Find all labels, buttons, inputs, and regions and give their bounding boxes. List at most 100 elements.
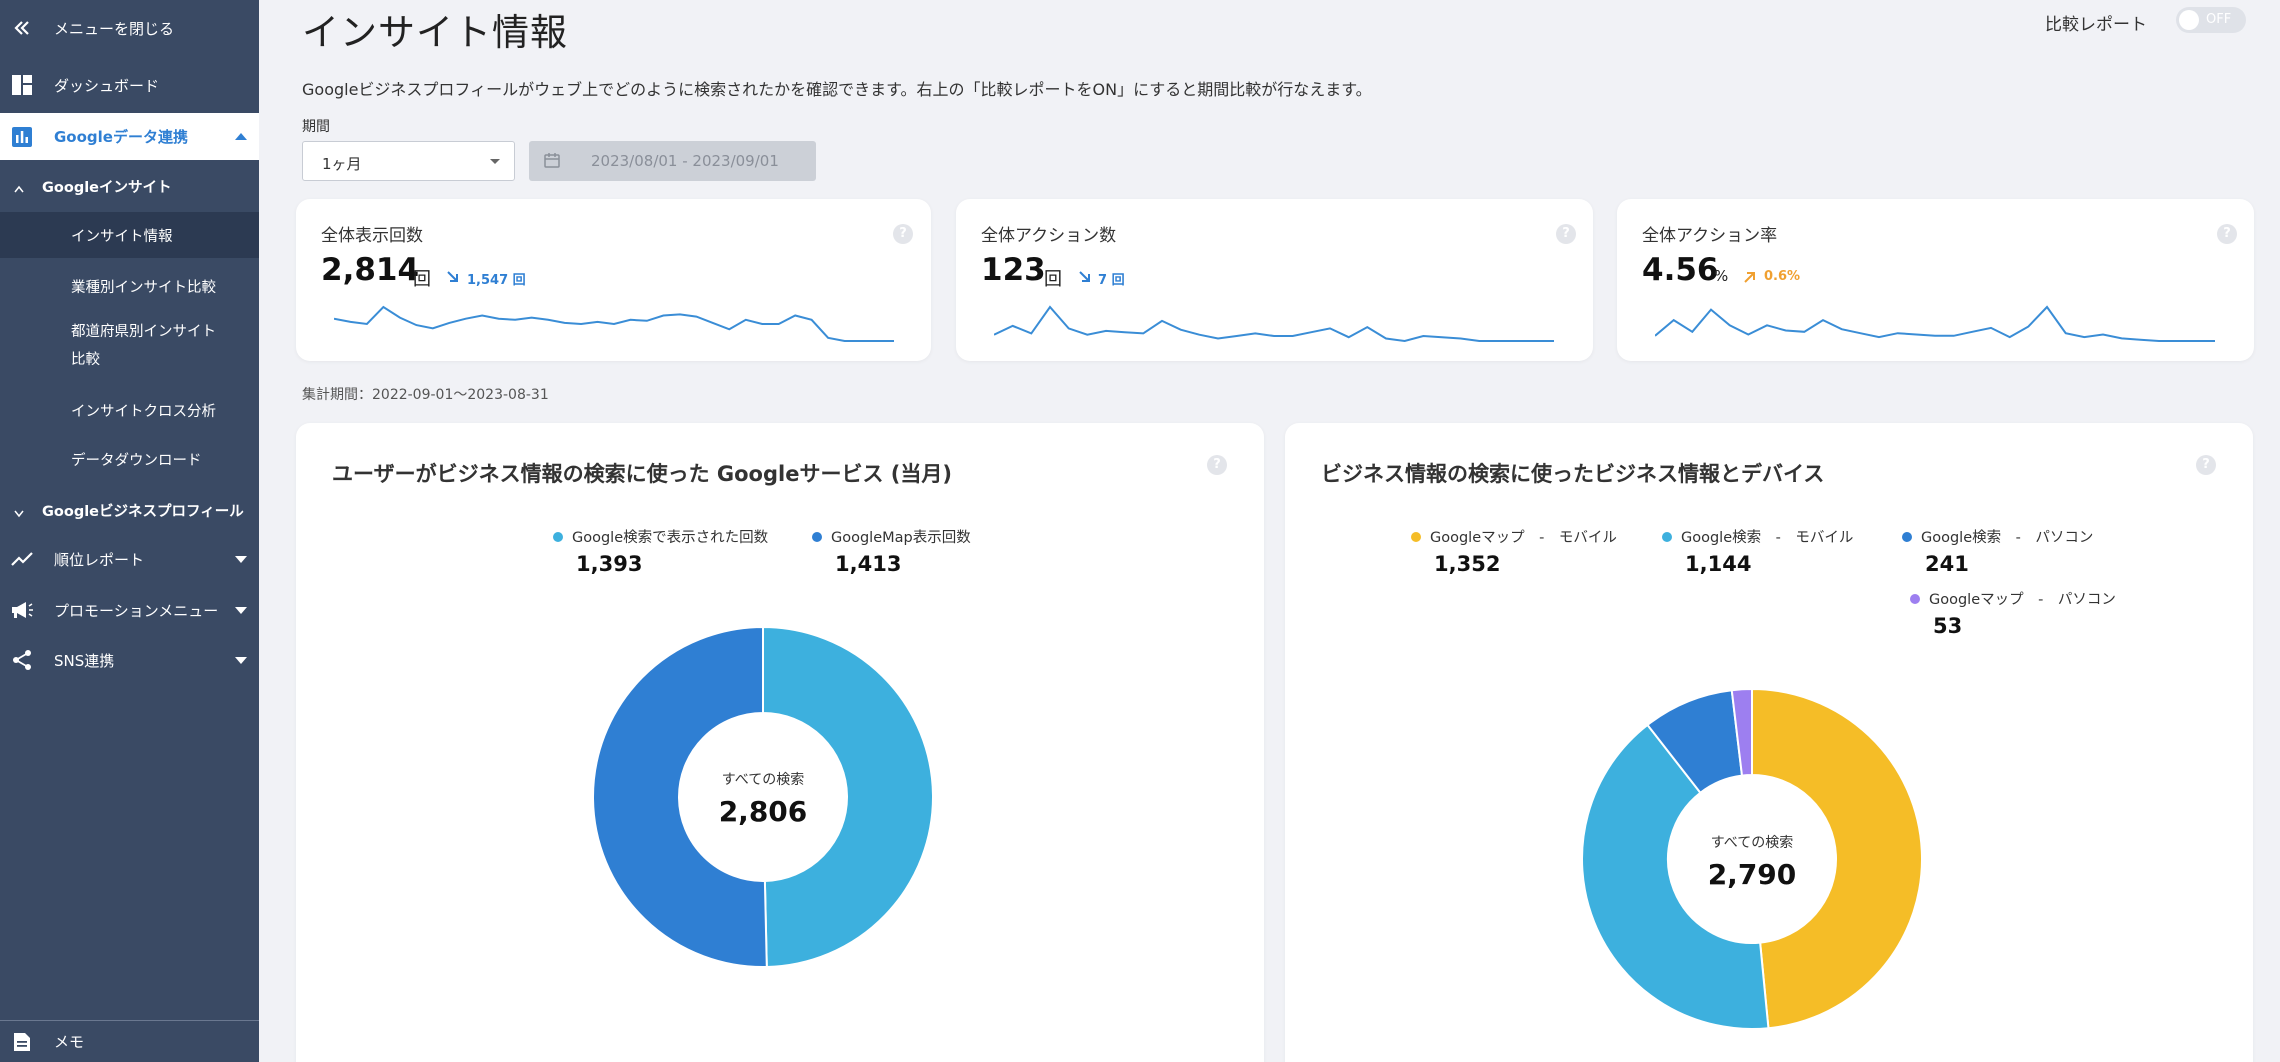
legend-label: Google検索 - モバイル xyxy=(1681,530,1854,546)
donut-center: すべての検索 2,790 xyxy=(1672,832,1832,891)
legend-dot xyxy=(1662,532,1672,542)
compare-report-toggle[interactable]: OFF xyxy=(2176,7,2246,33)
sidebar-item-label: データダウンロード xyxy=(71,452,202,469)
date-range-value: 2023/08/01 - 2023/09/01 xyxy=(591,152,779,170)
sidebar-item-rank-report[interactable]: 順位レポート xyxy=(0,541,259,577)
kpi-delta: 0.6% xyxy=(1764,269,1801,284)
page-description: Googleビジネスプロフィールがウェブ上でどのように検索されたかを確認できます… xyxy=(302,80,1372,99)
legend-value: 1,393 xyxy=(576,552,643,576)
sidebar-item-industry-compare[interactable]: 業種別インサイト比較 xyxy=(0,268,259,304)
legend-dot xyxy=(553,532,563,542)
sparkline xyxy=(994,305,1554,343)
sidebar-item-label-line2: 比較 xyxy=(71,352,100,368)
kpi-unit: 回 xyxy=(1044,269,1062,290)
kpi-value: 2,814 xyxy=(321,252,420,288)
sidebar-item-data-download[interactable]: データダウンロード xyxy=(0,441,259,477)
toggle-state-label: OFF xyxy=(2206,12,2232,27)
donut-center-label: すべての検索 xyxy=(721,772,805,788)
donut-center-value: 2,806 xyxy=(718,795,808,828)
help-icon[interactable]: ? xyxy=(1556,224,1576,244)
sparkline-path xyxy=(994,305,1554,343)
compare-report-label: 比較レポート xyxy=(2045,15,2147,35)
bar-chart-icon xyxy=(10,125,34,149)
sidebar-item-sns[interactable]: SNS連携 xyxy=(0,642,259,678)
legend-dot xyxy=(1902,532,1912,542)
legend-value: 1,144 xyxy=(1685,552,1752,576)
legend-label: GoogleMap表示回数 xyxy=(831,530,971,546)
sidebar-item-label: プロモーションメニュー xyxy=(54,601,219,620)
sidebar-item-pref-compare[interactable]: 都道府県別インサイト 比較 xyxy=(0,318,259,376)
aggregation-period: 集計期間：2022-09-01～2023-08-31 xyxy=(302,387,549,403)
kpi-card-action-rate: 全体アクション率 ? 4.56 % 0.6% xyxy=(1617,199,2254,361)
sidebar: メニューを閉じる ダッシュボード Googleデータ連携 Googleインサイト… xyxy=(0,0,259,1062)
arrow-down-right-icon xyxy=(1078,269,1092,288)
legend-value: 53 xyxy=(1933,614,1963,638)
sparkline-path xyxy=(334,305,894,342)
kpi-unit: 回 xyxy=(413,269,431,290)
help-icon[interactable]: ? xyxy=(893,224,913,244)
sidebar-item-label: Googleデータ連携 xyxy=(54,128,188,146)
sidebar-item-label: 順位レポート xyxy=(54,550,145,569)
chart-title: ユーザーがビジネス情報の検索に使った Googleサービス (当月) xyxy=(332,462,952,486)
trend-line-icon xyxy=(10,547,34,571)
date-range-input[interactable]: 2023/08/01 - 2023/09/01 xyxy=(529,141,816,181)
legend-dot xyxy=(812,532,822,542)
sidebar-item-insight-info[interactable]: インサイト情報 xyxy=(0,212,259,258)
legend-dot xyxy=(1910,594,1920,604)
donut-center: すべての検索 2,806 xyxy=(683,769,843,828)
sidebar-item-label: Googleインサイト xyxy=(42,179,172,196)
sidebar-item-google-data[interactable]: Googleデータ連携 xyxy=(0,113,259,160)
caret-up-icon xyxy=(235,133,247,140)
sidebar-item-dashboard[interactable]: ダッシュボード xyxy=(0,67,259,103)
kpi-unit: % xyxy=(1714,267,1729,285)
sidebar-item-label: メモ xyxy=(54,1033,85,1051)
share-icon xyxy=(10,648,34,672)
kpi-card-impressions: 全体表示回数 ? 2,814 回 1,547 回 xyxy=(296,199,931,361)
chart-title: ビジネス情報の検索に使ったビジネス情報とデバイス xyxy=(1321,462,1825,486)
chart-card-business-device: ビジネス情報の検索に使ったビジネス情報とデバイス ? Googleマップ - モ… xyxy=(1285,423,2253,1062)
toggle-knob xyxy=(2179,10,2199,30)
kpi-value: 123 xyxy=(981,252,1046,288)
close-menu-button[interactable]: メニューを閉じる xyxy=(0,10,259,46)
megaphone-icon xyxy=(10,598,34,622)
period-select[interactable]: 1ヶ月 xyxy=(302,141,515,181)
legend-value: 1,352 xyxy=(1434,552,1501,576)
caret-down-icon xyxy=(235,555,247,563)
sidebar-item-label: SNS連携 xyxy=(54,651,115,670)
arrow-down-right-icon xyxy=(446,269,460,288)
sidebar-item-gbp[interactable]: Googleビジネスプロフィール xyxy=(0,492,259,528)
calendar-icon xyxy=(544,152,560,172)
legend-value: 1,413 xyxy=(835,552,902,576)
help-icon[interactable]: ? xyxy=(2217,224,2237,244)
kpi-title: 全体アクション率 xyxy=(1642,226,1778,246)
sidebar-item-label: 業種別インサイト比較 xyxy=(71,279,216,296)
kpi-delta: 7 回 xyxy=(1098,273,1125,288)
kpi-title: 全体アクション数 xyxy=(981,226,1117,246)
chevron-down-icon xyxy=(14,506,24,522)
page-title: インサイト情報 xyxy=(302,11,568,54)
sidebar-item-promotion[interactable]: プロモーションメニュー xyxy=(0,592,259,628)
donut-center-label: すべての検索 xyxy=(1710,835,1794,851)
close-menu-label: メニューを閉じる xyxy=(54,19,175,38)
help-icon[interactable]: ? xyxy=(2196,455,2216,475)
sidebar-item-label: インサイト情報 xyxy=(71,228,173,245)
sparkline-path xyxy=(1655,305,2215,342)
sidebar-item-memo[interactable]: メモ xyxy=(0,1020,259,1062)
sidebar-item-google-insight[interactable]: Googleインサイト xyxy=(0,168,259,204)
sparkline xyxy=(334,305,894,342)
kpi-title: 全体表示回数 xyxy=(321,226,423,246)
chart-card-google-services: ユーザーがビジネス情報の検索に使った Googleサービス (当月) ? Goo… xyxy=(296,423,1264,1062)
double-chevron-left-icon xyxy=(10,16,34,40)
help-icon[interactable]: ? xyxy=(1207,455,1227,475)
kpi-value: 4.56 xyxy=(1642,252,1719,288)
legend-label: Google検索で表示された回数 xyxy=(572,530,769,546)
sparkline xyxy=(1655,305,2215,342)
sidebar-item-label: Googleビジネスプロフィール xyxy=(42,503,244,520)
legend-dot xyxy=(1411,532,1421,542)
sidebar-item-label: 都道府県別インサイト xyxy=(71,324,216,340)
document-icon xyxy=(10,1030,34,1054)
sidebar-item-cross-analysis[interactable]: インサイトクロス分析 xyxy=(0,392,259,428)
chevron-up-icon xyxy=(14,181,24,197)
period-select-value: 1ヶ月 xyxy=(322,155,362,173)
legend-value: 241 xyxy=(1925,552,1969,576)
